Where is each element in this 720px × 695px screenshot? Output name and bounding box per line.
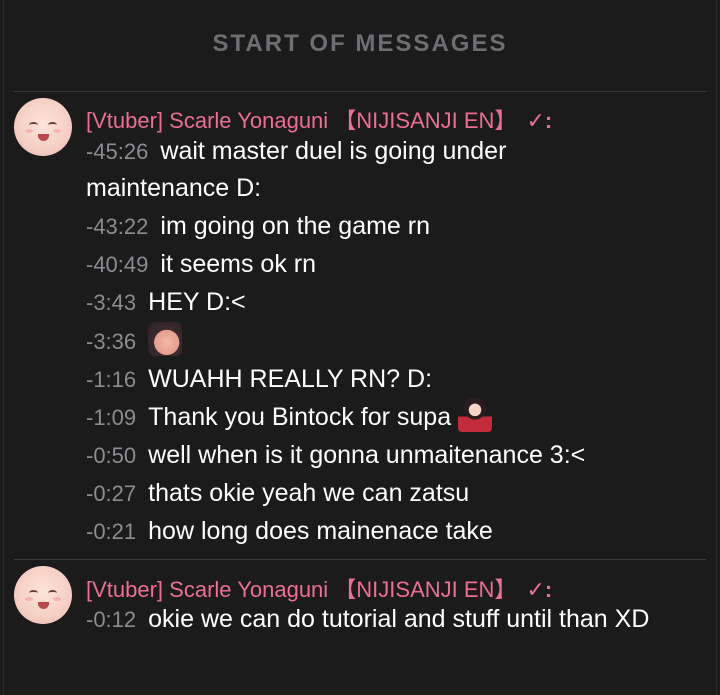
message-text: im going on the game rn [160,212,430,240]
message-timestamp: -3:36 [86,329,137,354]
chat-message: -3:43 HEY D:< [86,284,702,321]
chat-message: -0:50 well when is it gonna unmaitenance … [86,437,702,474]
avatar[interactable] [14,98,72,156]
chat-message: -0:21 how long does mainenace take [86,513,702,550]
start-of-messages-label: START OF MESSAGES [212,30,508,57]
message-timestamp: -0:21 [86,519,137,544]
message-text: HEY D:< [148,288,246,316]
author-name[interactable]: [Vtuber] Scarle Yonaguni 【NIJISANJI EN】 ✓… [86,572,552,604]
chat-message: -0:12 okie we can do tutorial and stuff u… [86,601,702,638]
chat-message: -1:09 Thank you Bintock for supa [86,398,702,436]
chat-message: -3:36 [86,322,702,360]
message-timestamp: -43:22 [86,214,149,239]
chat-panel: START OF MESSAGES [Vtuber] Scarle Yonagu… [3,0,717,695]
message-timestamp: -0:12 [86,607,137,632]
message-text: okie we can do tutorial and stuff until … [148,605,650,633]
message-timestamp: -0:27 [86,481,137,506]
message-text: well when is it gonna unmaitenance 3:< [148,441,586,469]
chat-message: -45:26 wait master duel is going under ma… [86,133,656,207]
message-text: it seems ok rn [160,250,316,278]
message-timestamp: -40:49 [86,252,149,277]
verified-icon: ✓: [526,577,553,602]
chat-message: -43:22 im going on the game rn [86,208,702,245]
message-timestamp: -0:50 [86,443,137,468]
chat-message: -40:49 it seems ok rn [86,246,702,283]
message-text: WUAHH REALLY RN? D: [148,365,433,393]
face-emote-icon[interactable] [148,322,183,357]
author-name-text: [Vtuber] Scarle Yonaguni 【NIJISANJI EN】 [86,577,517,602]
message-text: wait master duel is going under maintena… [86,137,507,202]
divider [14,559,706,560]
chat-message: -0:27 thats okie yeah we can zatsu [86,475,702,512]
chat-message: -1:16 WUAHH REALLY RN? D: [86,361,702,398]
message-text: how long does mainenace take [148,517,493,545]
message-timestamp: -45:26 [86,139,149,164]
message-text: Thank you Bintock for supa [148,403,452,431]
author-name-text: [Vtuber] Scarle Yonaguni 【NIJISANJI EN】 [86,108,517,133]
message-timestamp: -1:16 [86,367,137,392]
message-timestamp: -3:43 [86,290,137,315]
author-name[interactable]: [Vtuber] Scarle Yonaguni 【NIJISANJI EN】 ✓… [86,103,552,135]
chibi-emote-icon[interactable] [458,398,493,433]
verified-icon: ✓: [526,108,553,133]
avatar[interactable] [14,566,72,624]
message-text: thats okie yeah we can zatsu [148,479,470,507]
message-timestamp: -1:09 [86,405,137,430]
divider [14,91,706,92]
